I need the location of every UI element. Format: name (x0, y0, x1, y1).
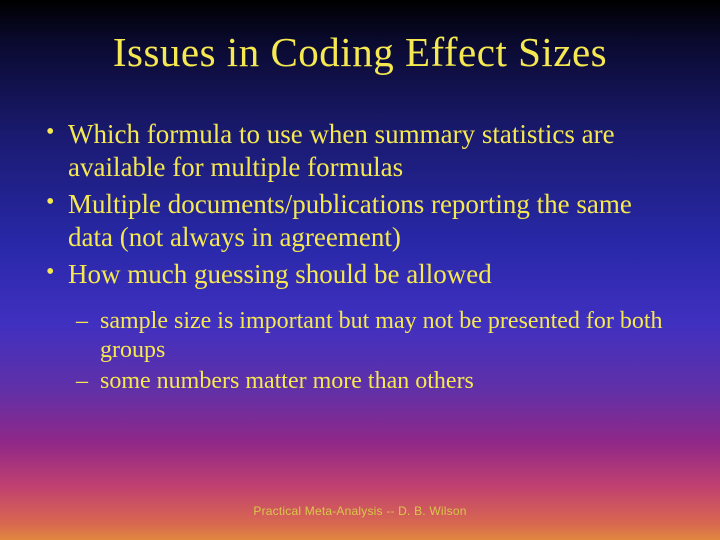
bullet-item: Which formula to use when summary statis… (38, 118, 682, 184)
bullet-list: Which formula to use when summary statis… (38, 118, 682, 291)
slide-title: Issues in Coding Effect Sizes (38, 28, 682, 76)
bullet-item: Multiple documents/publications reportin… (38, 188, 682, 254)
sub-bullet-item: some numbers matter more than others (38, 367, 682, 396)
slide: Issues in Coding Effect Sizes Which form… (0, 0, 720, 540)
sub-bullet-item: sample size is important but may not be … (38, 307, 682, 366)
sub-bullet-list: sample size is important but may not be … (38, 307, 682, 397)
bullet-item: How much guessing should be allowed (38, 258, 682, 291)
slide-footer: Practical Meta-Analysis -- D. B. Wilson (0, 504, 720, 518)
